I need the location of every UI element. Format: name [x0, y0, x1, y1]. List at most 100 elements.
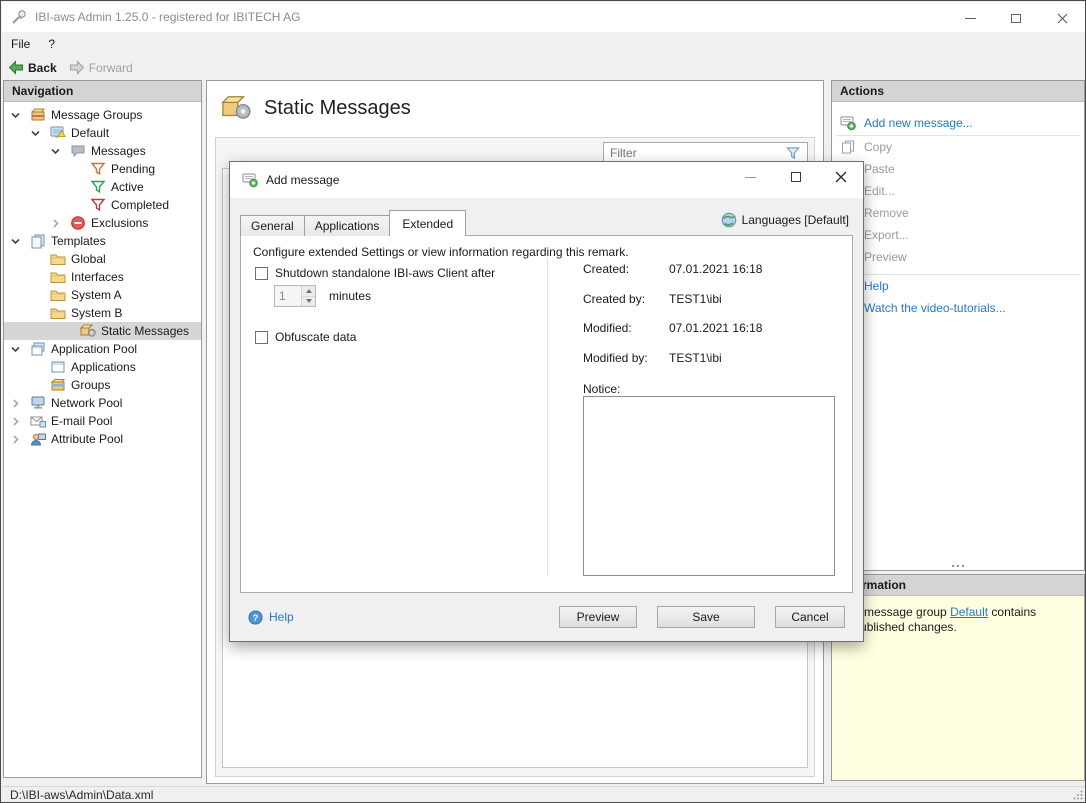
chevron-down-icon[interactable] [10, 236, 30, 247]
tree-item-system-a[interactable]: System A [4, 286, 201, 304]
tree-item-global[interactable]: Global [4, 250, 201, 268]
add-message-dialog: Add message General Applications Extende… [229, 161, 864, 642]
shutdown-checkbox[interactable] [255, 267, 268, 280]
menu-file[interactable]: File [2, 32, 39, 55]
minutes-stepper [274, 285, 316, 307]
chevron-down-icon[interactable] [10, 110, 30, 121]
completed-filter-icon [90, 197, 106, 213]
action-help[interactable]: ? Help [832, 275, 1084, 297]
tree-item-default[interactable]: Default [4, 124, 201, 142]
tree-item-messages[interactable]: Messages [4, 142, 201, 160]
resize-grip-icon[interactable] [1073, 790, 1083, 800]
action-copy[interactable]: Copy [832, 136, 1084, 158]
window-title: IBI-aws Admin 1.25.0 - registered for IB… [35, 10, 300, 24]
tree-item-label: Active [111, 180, 144, 194]
maximize-icon[interactable] [993, 3, 1039, 33]
action-paste[interactable]: Paste [832, 158, 1084, 180]
tree-item-label: Messages [91, 144, 146, 158]
app-icon [11, 9, 27, 25]
tree-item-network-pool[interactable]: Network Pool [4, 394, 201, 412]
chevron-right-icon[interactable] [10, 398, 30, 409]
menu-help[interactable]: ? [39, 32, 64, 55]
navigation-header: Navigation [4, 81, 201, 102]
dialog-controls [728, 162, 863, 192]
help-icon: ? [248, 610, 263, 625]
modified-by-label: Modified by: [583, 351, 648, 365]
stepper-down-icon[interactable] [302, 297, 315, 307]
action-preview[interactable]: Preview [832, 246, 1084, 268]
static-messages-icon [80, 323, 96, 339]
tree-item-static-messages[interactable]: Static Messages [4, 322, 201, 340]
tab-extended[interactable]: Extended [389, 210, 466, 236]
close-icon[interactable] [818, 162, 863, 192]
action-add-new-message[interactable]: Add new message... [832, 110, 1084, 135]
created-by-label: Created by: [583, 292, 645, 306]
action-label: Watch the video-tutorials... [864, 301, 1006, 315]
default-group-icon [50, 125, 66, 141]
forward-icon [69, 60, 85, 75]
obfuscate-checkbox[interactable] [255, 331, 268, 344]
default-group-link[interactable]: Default [950, 605, 988, 619]
tab-applications[interactable]: Applications [304, 215, 391, 236]
tree-item-label: Default [71, 126, 109, 140]
tree-item-message-groups[interactable]: Message Groups [4, 106, 201, 124]
tree-item-templates[interactable]: Templates [4, 232, 201, 250]
save-button[interactable]: Save [657, 606, 755, 628]
back-button[interactable]: Back [2, 55, 63, 80]
chevron-down-icon[interactable] [50, 146, 70, 157]
tree-item-label: Static Messages [101, 324, 189, 338]
action-export[interactable]: Export... [832, 224, 1084, 246]
tree-item-pending[interactable]: Pending [4, 160, 201, 178]
tree-item-label: Application Pool [51, 342, 137, 356]
minutes-value-input[interactable] [275, 286, 301, 306]
preview-button[interactable]: Preview [559, 606, 637, 628]
chevron-right-icon[interactable] [10, 434, 30, 445]
minimize-icon[interactable] [947, 3, 993, 33]
tree-item-email-pool[interactable]: E-mail Pool [4, 412, 201, 430]
tree-item-label: Network Pool [51, 396, 122, 410]
tree-item-label: Interfaces [71, 270, 124, 284]
action-remove[interactable]: Remove [832, 202, 1084, 224]
messages-icon [70, 143, 86, 159]
tree-item-applications[interactable]: Applications [4, 358, 201, 376]
created-value: 07.01.2021 16:18 [669, 262, 762, 276]
tree-item-label: Groups [71, 378, 110, 392]
tree-item-completed[interactable]: Completed [4, 196, 201, 214]
filter-icon[interactable] [785, 146, 803, 161]
tree-item-active[interactable]: Active [4, 178, 201, 196]
tree-item-interfaces[interactable]: Interfaces [4, 268, 201, 286]
forward-button[interactable]: Forward [63, 55, 139, 80]
minimize-icon[interactable] [728, 162, 773, 192]
stepper-up-icon[interactable] [302, 286, 315, 297]
tab-general[interactable]: General [240, 215, 305, 236]
tree-item-attribute-pool[interactable]: Attribute Pool [4, 430, 201, 448]
dialog-help-link[interactable]: ? Help [248, 610, 294, 625]
chevron-down-icon[interactable] [10, 344, 30, 355]
cancel-button[interactable]: Cancel [775, 606, 845, 628]
templates-icon [30, 233, 46, 249]
navigation-tree: Message Groups Default Messages Pending [4, 102, 201, 448]
information-panel: Information The message group Default co… [831, 574, 1085, 781]
action-edit[interactable]: Edit... [832, 180, 1084, 202]
tree-item-label: Completed [111, 198, 169, 212]
tree-item-system-b[interactable]: System B [4, 304, 201, 322]
network-pool-icon [30, 395, 46, 411]
action-watch-video-tutorials[interactable]: Watch the video-tutorials... [832, 297, 1084, 319]
groups-icon [50, 377, 66, 393]
splitter-dots[interactable] [952, 565, 964, 567]
close-icon[interactable] [1039, 3, 1085, 33]
languages-button[interactable]: Languages [Default] [721, 212, 849, 228]
chevron-right-icon[interactable] [10, 416, 30, 427]
dialog-footer: ? Help Preview Save Cancel [230, 593, 863, 641]
action-label: Preview [864, 250, 907, 264]
tree-item-application-pool[interactable]: Application Pool [4, 340, 201, 358]
languages-label: Languages [Default] [742, 213, 849, 227]
tree-item-groups[interactable]: Groups [4, 376, 201, 394]
filter-input[interactable] [604, 146, 785, 160]
folder-icon [50, 305, 66, 321]
chevron-right-icon[interactable] [50, 218, 70, 229]
tree-item-exclusions[interactable]: Exclusions [4, 214, 201, 232]
chevron-down-icon[interactable] [30, 128, 50, 139]
maximize-icon[interactable] [773, 162, 818, 192]
notice-textarea[interactable] [583, 396, 835, 576]
